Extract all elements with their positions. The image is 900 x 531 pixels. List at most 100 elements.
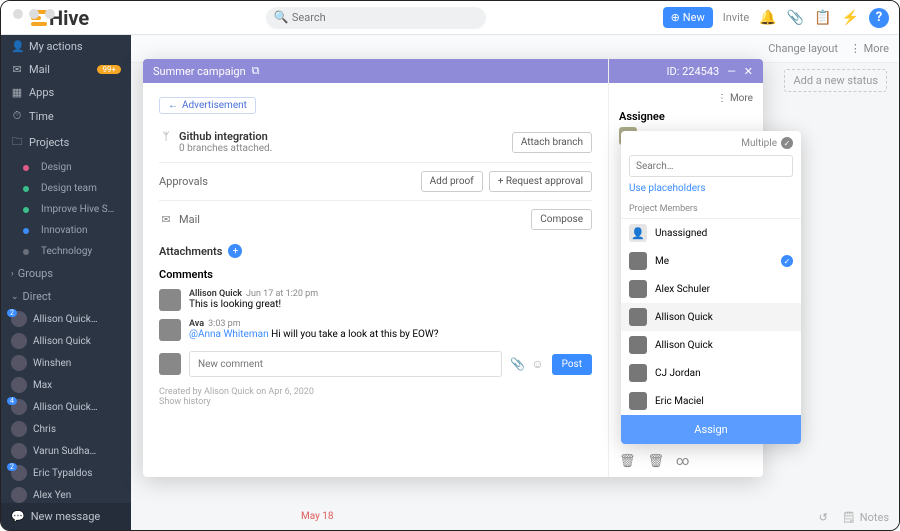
bolt-icon[interactable]: ⚡: [842, 10, 859, 26]
use-placeholders-link[interactable]: Use placeholders: [621, 181, 801, 200]
invite-link[interactable]: Invite: [723, 11, 750, 24]
sidebar-item-my-actions[interactable]: 👤My actions: [1, 35, 131, 58]
external-link-icon[interactable]: ⧉: [252, 64, 260, 78]
change-layout[interactable]: Change layout: [768, 42, 838, 55]
share-icon[interactable]: ∞: [676, 454, 689, 469]
approvals-label: Approvals: [159, 175, 208, 188]
subbar-more[interactable]: ⋮ More: [850, 42, 889, 55]
comment-avatar: [159, 289, 181, 311]
dm-item[interactable]: Max: [1, 374, 131, 396]
member-option[interactable]: Allison Quick: [621, 303, 801, 331]
attach-branch-button[interactable]: Attach branch: [512, 132, 592, 153]
dm-item[interactable]: Chris: [1, 418, 131, 440]
check-circle-icon[interactable]: ✓: [781, 137, 793, 149]
comment-body: @Anna Whiteman Hi will you take a look a…: [189, 329, 439, 340]
arrow-left-icon: ←: [168, 100, 178, 111]
compose-button[interactable]: Compose: [531, 209, 592, 230]
comment-author: Allison Quick: [189, 289, 242, 299]
pin-icon[interactable]: 📎: [787, 10, 804, 26]
checked-icon: ✓: [781, 255, 793, 267]
project-item[interactable]: Improve Hive S…: [1, 199, 131, 220]
project-color-dot: [23, 186, 29, 192]
multiple-label[interactable]: Multiple: [741, 138, 777, 149]
dm-item[interactable]: Allison Quick: [1, 330, 131, 352]
add-proof-button[interactable]: Add proof: [421, 171, 483, 192]
current-user-avatar: [159, 353, 181, 375]
assign-button[interactable]: Assign: [621, 415, 801, 444]
comment: Allison QuickJun 17 at 1:20 pmThis is lo…: [159, 285, 592, 315]
member-avatar: [629, 280, 647, 298]
dm-count: 4: [7, 397, 17, 405]
help-icon[interactable]: ?: [869, 8, 889, 28]
bell-icon[interactable]: 🔔: [759, 10, 776, 26]
chevron-down-icon: ⌄: [11, 292, 19, 302]
sidebar-item-mail[interactable]: ✉ Mail 99+: [1, 58, 131, 81]
mail-icon: ✉: [11, 63, 23, 76]
dm-label: Varun Sudha…: [33, 446, 96, 457]
member-label: Eric Maciel: [655, 396, 704, 407]
search-icon: 🔍: [274, 10, 289, 24]
trash-icon[interactable]: 🗑: [648, 454, 665, 469]
dm-item[interactable]: Winshen: [1, 352, 131, 374]
assignee-search-input[interactable]: [629, 155, 793, 177]
member-option[interactable]: Me✓: [621, 247, 801, 275]
dm-item[interactable]: 4Allison Quick…: [1, 396, 131, 418]
mention[interactable]: @Anna Whiteman: [189, 329, 269, 340]
sidebar-item-label: Mail: [29, 63, 50, 76]
sidebar-groups[interactable]: ›Groups: [1, 262, 131, 285]
undo-icon[interactable]: ↺: [819, 511, 828, 524]
sidebar-direct[interactable]: ⌄Direct: [1, 285, 131, 308]
new-button[interactable]: ⊕New: [663, 7, 713, 28]
project-color-dot: [23, 207, 29, 213]
breadcrumb[interactable]: ←Advertisement: [159, 97, 256, 114]
sidebar-item-label: Projects: [29, 136, 69, 149]
dm-label: Max: [33, 380, 52, 391]
paperclip-icon[interactable]: 📎: [510, 357, 525, 371]
comment-body: This is looking great!: [189, 299, 318, 310]
sidebar-item-projects[interactable]: 🗀Projects: [1, 128, 131, 157]
dropdown-section-label: Project Members: [621, 200, 801, 219]
clipboard-icon[interactable]: 📋: [814, 10, 831, 26]
badge: 99+: [97, 65, 121, 74]
post-button[interactable]: Post: [552, 354, 592, 375]
sidebar-item-time[interactable]: ⏱Time: [1, 104, 131, 128]
emoji-icon[interactable]: ☺: [531, 357, 543, 371]
project-item[interactable]: Innovation: [1, 220, 131, 241]
archive-icon[interactable]: 🗑: [619, 454, 636, 469]
user-icon: 👤: [11, 40, 23, 53]
modal-more[interactable]: ⋮More: [619, 93, 753, 104]
project-item[interactable]: Technology: [1, 241, 131, 262]
branch-icon: ᛘ: [159, 130, 173, 143]
dm-count: 2: [7, 309, 17, 317]
dm-item[interactable]: 2Allison Quick…: [1, 308, 131, 330]
comment-avatar: [159, 319, 181, 341]
new-message-button[interactable]: 💬New message: [1, 503, 131, 530]
github-sub: 0 branches attached.: [179, 143, 272, 154]
member-option[interactable]: Eric Maciel: [621, 387, 801, 415]
comments-heading: Comments: [159, 264, 592, 285]
add-status[interactable]: Add a new status: [784, 69, 887, 92]
show-history[interactable]: Show history: [159, 397, 592, 407]
member-option[interactable]: Alex Schuler: [621, 275, 801, 303]
add-attachment-button[interactable]: +: [228, 244, 242, 258]
global-search-input[interactable]: [266, 7, 486, 29]
request-approval-button[interactable]: + Request approval: [489, 171, 592, 192]
project-item[interactable]: Design: [1, 157, 131, 178]
notes-button[interactable]: ↺ 🗒 Notes: [819, 511, 889, 524]
sidebar-item-apps[interactable]: ▦Apps: [1, 81, 131, 104]
comment-author: Ava: [189, 319, 204, 329]
member-label: Allison Quick: [655, 312, 713, 323]
member-option[interactable]: Allison Quick: [621, 331, 801, 359]
github-title: Github integration: [179, 130, 268, 143]
attachments-label: Attachments: [159, 245, 222, 258]
member-label: Allison Quick: [655, 340, 713, 351]
comment-input[interactable]: [189, 351, 502, 377]
member-option[interactable]: 👤Unassigned: [621, 219, 801, 247]
member-avatar: [629, 336, 647, 354]
dm-avatar: [11, 377, 27, 393]
sidebar: 👤My actions ✉ Mail 99+ ▦Apps⏱Time🗀Projects D…: [1, 35, 131, 530]
dm-item[interactable]: 2Eric Typaldos: [1, 462, 131, 484]
member-option[interactable]: CJ Jordan: [621, 359, 801, 387]
project-item[interactable]: Design team: [1, 178, 131, 199]
dm-item[interactable]: Varun Sudha…: [1, 440, 131, 462]
